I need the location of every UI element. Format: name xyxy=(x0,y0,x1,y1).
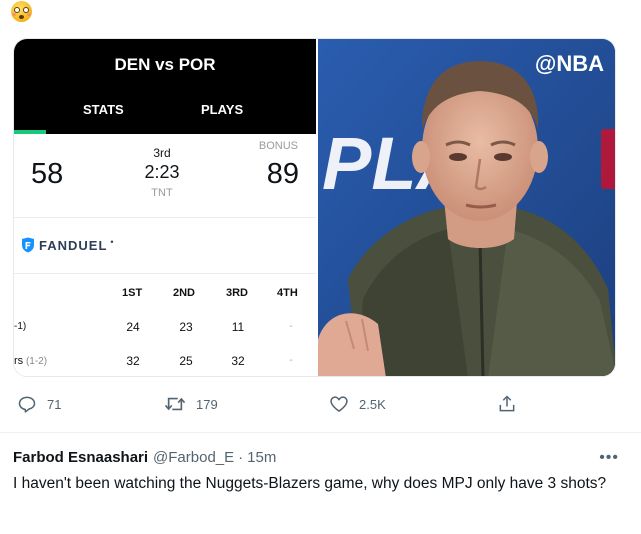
quarter-score: 11 xyxy=(231,320,245,334)
separator: · xyxy=(238,449,244,466)
nba-watermark: @NBA xyxy=(535,51,604,76)
quarter-score: - xyxy=(289,355,293,366)
bonus-label: BONUS xyxy=(258,140,298,152)
team-row-label: rs (1-2) xyxy=(14,355,48,367)
more-options-icon[interactable]: ••• xyxy=(599,449,619,467)
quarter-score: 23 xyxy=(179,320,193,334)
press-photo[interactable]: PLA @NBA xyxy=(318,39,615,376)
reply-count: 71 xyxy=(47,396,62,412)
retweet-button[interactable]: 179 xyxy=(164,394,218,414)
game-clock: 2:23 xyxy=(144,162,180,182)
tweet-actions: 71 179 2.5K xyxy=(0,390,641,420)
scoreboard-header: DEN vs POR STATS PLAYS xyxy=(14,39,316,134)
quarter-header: 2ND xyxy=(173,287,196,299)
author-handle[interactable]: @Farbod_E xyxy=(153,449,234,466)
team-row-label: -1) xyxy=(14,321,27,332)
author-name[interactable]: Farbod Esnaashari xyxy=(13,449,148,466)
reply-tweet[interactable]: Farbod Esnaashari @Farbod_E · 15m ••• I … xyxy=(13,449,623,494)
network: TNT xyxy=(151,187,173,199)
retweet-icon xyxy=(164,397,186,411)
like-button[interactable]: 2.5K xyxy=(329,394,386,414)
sponsor-text: FANDUEL xyxy=(39,237,108,253)
flushed-face-emoji-icon xyxy=(11,1,32,22)
timestamp[interactable]: 15m xyxy=(247,449,276,466)
reply-icon xyxy=(18,396,36,413)
share-button[interactable] xyxy=(497,393,527,415)
like-count: 2.5K xyxy=(359,396,386,412)
quarter-score: - xyxy=(289,321,293,332)
retweet-count: 179 xyxy=(196,396,218,412)
emoji-line xyxy=(11,1,32,23)
quarter-score: 24 xyxy=(126,320,140,334)
quarter-score: 32 xyxy=(126,354,140,368)
tab-stats: STATS xyxy=(83,102,124,117)
reply-button[interactable]: 71 xyxy=(17,394,61,414)
divider xyxy=(0,432,641,433)
scorebox: 58 3rd 2:23 TNT BONUS 89 xyxy=(14,134,316,218)
share-icon xyxy=(499,395,515,412)
reply-header: Farbod Esnaashari @Farbod_E · 15m xyxy=(13,449,623,466)
scoreboard-image[interactable]: DEN vs POR STATS PLAYS 58 3rd 2:23 TNT B… xyxy=(14,39,316,376)
quarter-header: 3RD xyxy=(226,287,249,299)
reply-text: I haven't been watching the Nuggets-Blaz… xyxy=(13,475,607,492)
tweet-media[interactable]: DEN vs POR STATS PLAYS 58 3rd 2:23 TNT B… xyxy=(13,38,616,377)
quarter-header: 1ST xyxy=(122,287,143,299)
quarter-score: 32 xyxy=(231,354,245,368)
sponsor-mark: • xyxy=(110,237,114,247)
player-photo-illustration: PLA @NBA xyxy=(318,39,615,376)
away-score: 89 xyxy=(266,158,299,190)
matchup-title: DEN vs POR xyxy=(114,55,216,74)
shield-icon xyxy=(22,237,34,253)
tab-plays: PLAYS xyxy=(201,102,244,117)
quarter-header: 4TH xyxy=(277,287,298,299)
quarter-score: 25 xyxy=(179,354,193,368)
heart-icon xyxy=(330,396,348,412)
sponsor-logo: FANDUEL • xyxy=(21,237,114,253)
divider xyxy=(14,273,316,274)
